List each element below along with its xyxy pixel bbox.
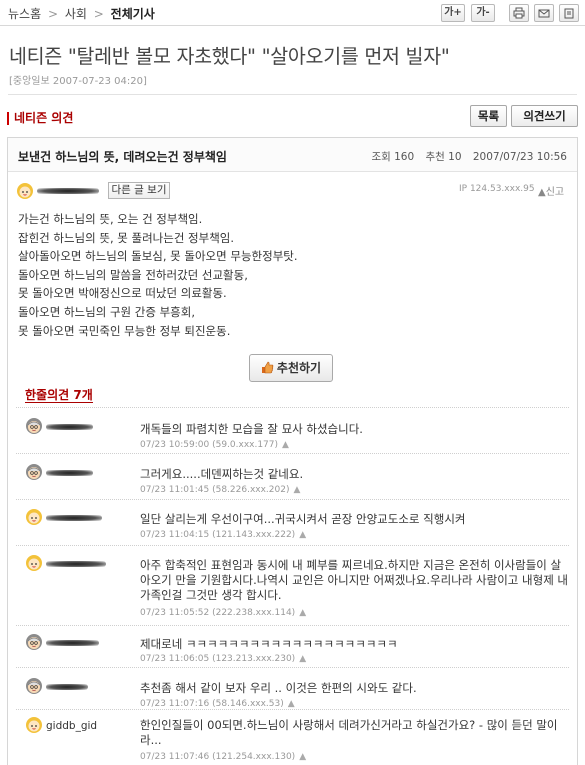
post-body-line: 잡힌건 하느님의 뜻, 못 풀려나는건 정부책임.: [18, 230, 235, 245]
girl-avatar-icon: [26, 509, 42, 525]
opinion-section-title: 네티즌 의견: [7, 112, 73, 125]
author-nickname-hidden[interactable]: [37, 188, 99, 194]
comment-meta: 07/23 11:07:46 (121.254.xxx.130) ▲: [140, 752, 306, 762]
comment-meta: 07/23 11:06:05 (123.213.xxx.230) ▲: [140, 654, 306, 664]
font-decrease-button[interactable]: 가-: [471, 4, 495, 22]
print-icon[interactable]: [509, 4, 529, 22]
comment-text: 일단 살리는게 우선이구여...귀국시켜서 곧장 안양교도소로 직행시켜: [140, 512, 466, 526]
post-header: 보낸건 하느님의 뜻, 데려오는건 정부책임 조회 160 추천 10 2007…: [8, 138, 577, 172]
comment-row: 추천좀 해서 같이 보자 우리 .. 이것은 한편의 시와도 같다. 07/23 …: [16, 667, 569, 709]
recommend-count: 추천 10: [425, 151, 462, 163]
comment-row: 아주 합축적인 표현임과 동시에 내 폐부를 찌르네요.하지만 지금은 온전히 …: [16, 545, 569, 625]
article-tools: 가+ 가-: [441, 4, 579, 22]
other-posts-button[interactable]: 다른 글 보기: [108, 182, 170, 199]
comment-timestamp-ip: 07/23 11:07:16 (58.146.xxx.53): [140, 699, 284, 709]
breadcrumb-news-home[interactable]: 뉴스홈: [8, 5, 41, 22]
mail-icon[interactable]: [534, 4, 554, 22]
comment-nickname-hidden[interactable]: [46, 470, 93, 476]
top-bar: 뉴스홈 > 사회 > 전체기사 가+ 가-: [0, 0, 585, 26]
comment-timestamp-ip: 07/23 10:59:00 (59.0.xxx.177): [140, 440, 279, 450]
comment-meta: 07/23 11:07:16 (58.146.xxx.53) ▲: [140, 699, 295, 709]
report-flag-icon[interactable]: ▲: [299, 752, 306, 762]
old-man-avatar-icon: [26, 418, 42, 434]
recommend-button[interactable]: 추천하기: [249, 354, 333, 382]
comment-meta: 07/23 11:04:15 (121.143.xxx.222) ▲: [140, 530, 306, 540]
comment-nickname[interactable]: giddb_gid: [46, 720, 97, 732]
post-body-line: 살아돌아오면 하느님의 돌보심, 못 돌아오면 무능한정부탓.: [18, 249, 298, 264]
comment-row: 개독들의 파렴치한 모습을 잘 묘사 하셨습니다. 07/23 10:59:00 …: [16, 407, 569, 453]
comment-meta: 07/23 10:59:00 (59.0.xxx.177) ▲: [140, 440, 289, 450]
comment-text: 그러게요.....데덴찌하는것 같네요.: [140, 467, 304, 481]
divider: [8, 94, 577, 95]
comment-timestamp-ip: 07/23 11:07:46 (121.254.xxx.130): [140, 752, 296, 762]
comment-row: giddb_gid 한인인질들이 00되면.하느님이 사랑해서 데려가신거라고 하…: [16, 709, 569, 765]
breadcrumb: 뉴스홈 > 사회 > 전체기사: [8, 5, 155, 22]
author-row: 다른 글 보기 IP 124.53.xxx.95 ▲신고: [16, 181, 569, 201]
report-flag-icon[interactable]: ▲: [288, 699, 295, 709]
comment-row: 제대로네 ㅋㅋㅋㅋㅋㅋㅋㅋㅋㅋㅋㅋㅋㅋㅋㅋㅋㅋㅋㅋ 07/23 11:06:05 …: [16, 625, 569, 667]
girl-avatar-icon: [26, 717, 42, 733]
article-title: 네티즌 "탈레반 볼모 자초했다" "살아오기를 먼저 빌자": [9, 45, 450, 68]
report-flag-icon[interactable]: ▲: [282, 440, 289, 450]
breadcrumb-separator: >: [93, 7, 104, 21]
girl-avatar-icon: [26, 555, 42, 571]
thumbs-up-icon: [261, 361, 274, 373]
post-body-line: 가는건 하느님의 뜻, 오는 건 정부책임.: [18, 212, 203, 226]
comment-timestamp-ip: 07/23 11:01:45 (58.226.xxx.202): [140, 485, 290, 495]
opinion-post: 보낸건 하느님의 뜻, 데려오는건 정부책임 조회 160 추천 10 2007…: [7, 137, 578, 765]
post-body: 가는건 하느님의 뜻, 오는 건 정부책임. 잡힌건 하느님의 뜻, 못 풀려나…: [18, 210, 563, 340]
comment-text: 추천좀 해서 같이 보자 우리 .. 이것은 한편의 시와도 같다.: [140, 681, 417, 695]
breadcrumb-all-articles[interactable]: 전체기사: [111, 5, 155, 22]
report-flag-icon: ▲: [538, 187, 546, 198]
comments-title: 한줄의견 7개: [25, 388, 93, 403]
recommend-button-label: 추천하기: [276, 361, 322, 375]
comment-row: 그러게요.....데덴찌하는것 같네요. 07/23 11:01:45 (58.2…: [16, 453, 569, 499]
comment-timestamp-ip: 07/23 11:06:05 (123.213.xxx.230): [140, 654, 296, 664]
comment-nickname-hidden[interactable]: [46, 684, 88, 690]
old-man-avatar-icon: [26, 634, 42, 650]
comment-nickname-hidden[interactable]: [46, 424, 93, 430]
old-man-avatar-icon: [26, 464, 42, 480]
girl-avatar-icon: [17, 183, 33, 199]
post-body-line: 못 돌아오면 박애정신으로 떠났던 의료활동.: [18, 286, 227, 301]
comment-nickname-hidden[interactable]: [46, 515, 102, 521]
post-meta: 조회 160 추천 10 2007/07/23 10:56: [363, 149, 567, 164]
post-date: 2007/07/23 10:56: [472, 151, 567, 163]
report-link[interactable]: ▲신고: [538, 183, 564, 198]
font-increase-button[interactable]: 가+: [441, 4, 465, 22]
comment-text: 한인인질들이 00되면.하느님이 사랑해서 데려가신거라고 하실건가요? - 많…: [140, 718, 558, 747]
comment-meta: 07/23 11:01:45 (58.226.xxx.202) ▲: [140, 485, 300, 495]
comment-timestamp-ip: 07/23 11:05:52 (222.238.xxx.114): [140, 608, 296, 618]
list-button[interactable]: 목록: [470, 105, 507, 127]
comment-nickname-hidden[interactable]: [46, 561, 106, 567]
clip-icon[interactable]: [559, 4, 579, 22]
report-flag-icon[interactable]: ▲: [299, 608, 306, 618]
report-flag-icon[interactable]: ▲: [299, 530, 306, 540]
post-body-line: 돌아오면 하느님의 말씀을 전하러갔던 선교활동,: [18, 267, 248, 282]
author-ip: IP 124.53.xxx.95: [459, 184, 535, 194]
old-man-avatar-icon: [26, 678, 42, 694]
post-title: 보낸건 하느님의 뜻, 데려오는건 정부책임: [18, 150, 227, 164]
report-flag-icon[interactable]: ▲: [299, 654, 306, 664]
article-byline: [중앙일보 2007-07-23 04:20]: [9, 76, 147, 87]
comment-text: 개독들의 파렴치한 모습을 잘 묘사 하셨습니다.: [140, 422, 363, 436]
comment-text: 아주 합축적인 표현임과 동시에 내 폐부를 찌르네요.하지만 지금은 온전히 …: [140, 558, 569, 602]
view-count: 조회 160: [371, 151, 415, 163]
write-opinion-button[interactable]: 의견쓰기: [511, 105, 578, 127]
post-body-line: 못 돌아오면 국민죽인 무능한 정부 퇴진운동.: [18, 323, 231, 338]
comment-row: 일단 살리는게 우선이구여...귀국시켜서 곧장 안양교도소로 직행시켜 07/2…: [16, 499, 569, 545]
post-body-line: 돌아오면 하느님의 구원 간증 부흥회,: [18, 304, 195, 319]
comment-meta: 07/23 11:05:52 (222.238.xxx.114) ▲: [140, 608, 306, 618]
comment-nickname-hidden[interactable]: [46, 640, 99, 646]
report-flag-icon[interactable]: ▲: [293, 485, 300, 495]
comment-timestamp-ip: 07/23 11:04:15 (121.143.xxx.222): [140, 530, 296, 540]
breadcrumb-separator: >: [47, 7, 59, 21]
report-label: 신고: [545, 187, 565, 198]
breadcrumb-society[interactable]: 사회: [65, 5, 87, 22]
comment-text: 제대로네 ㅋㅋㅋㅋㅋㅋㅋㅋㅋㅋㅋㅋㅋㅋㅋㅋㅋㅋㅋㅋ: [140, 637, 398, 651]
